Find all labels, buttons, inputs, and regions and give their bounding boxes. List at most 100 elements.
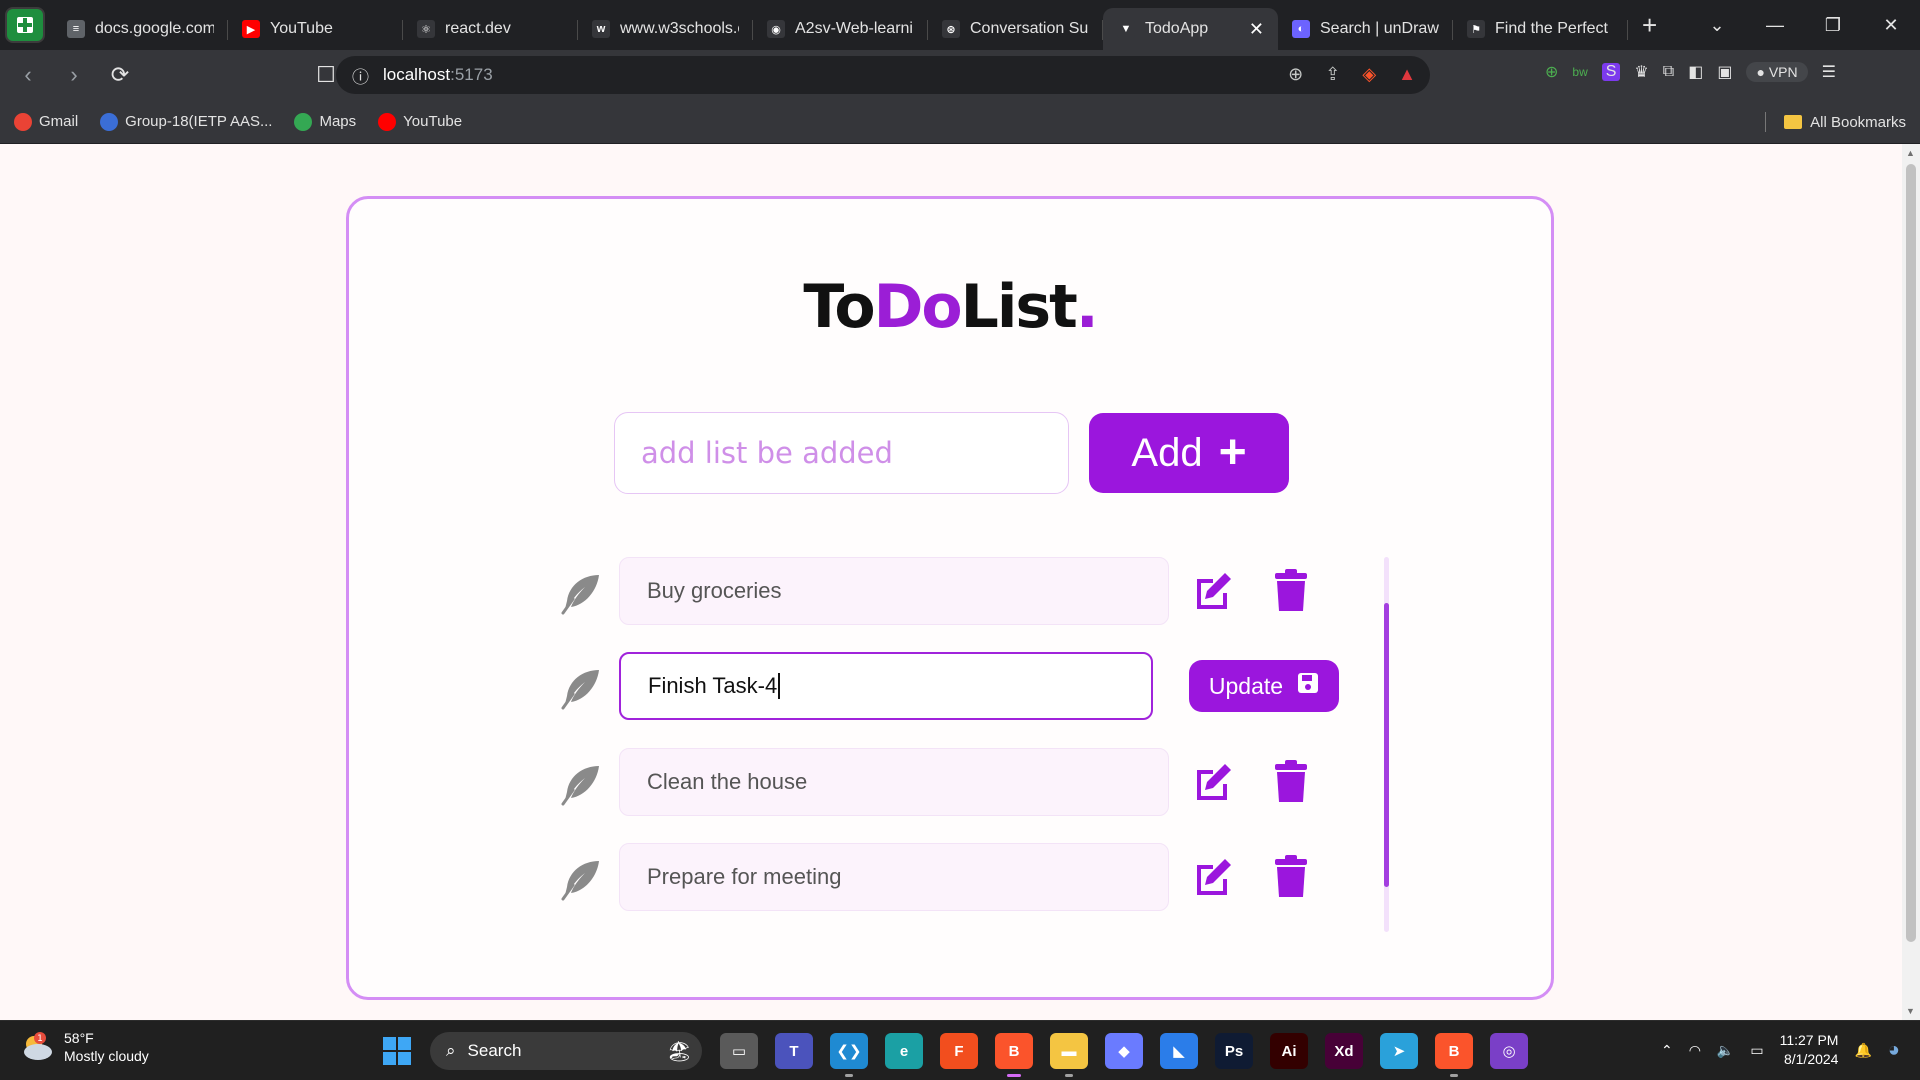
illustrator-icon[interactable]: Ai — [1270, 1033, 1308, 1069]
reload-icon[interactable]: ⟳ — [102, 62, 138, 88]
bookmark-item[interactable]: Group-18(IETP AAS... — [100, 112, 272, 131]
trash-icon[interactable] — [1267, 567, 1315, 615]
scroll-up-icon[interactable]: ▲ — [1906, 148, 1915, 158]
weather-widget[interactable]: 1 58°F Mostly cloudy — [20, 1029, 149, 1065]
temperature: 58°F — [64, 1030, 94, 1046]
close-tab-icon[interactable]: ✕ — [1249, 19, 1264, 40]
wifi-icon[interactable]: ◠ — [1689, 1042, 1701, 1059]
zoom-icon[interactable]: ⊕ — [1288, 64, 1303, 85]
bookmark-favicon-icon — [378, 112, 397, 131]
tab-label: A2sv-Web-learni — [795, 20, 913, 37]
bookmark-item[interactable]: Gmail — [14, 112, 79, 131]
sheets-app-icon[interactable] — [5, 7, 45, 43]
vscode-icon[interactable]: ❮❯ — [830, 1033, 868, 1077]
extensions-area: ⊕ bw S ♛ ⧉ ◧ ▣ ● VPN ☰ — [1545, 62, 1836, 82]
plus-icon: + — [1218, 426, 1247, 479]
bookmark-item[interactable]: Maps — [294, 112, 356, 131]
update-button[interactable]: Update — [1189, 660, 1339, 712]
browser-tab[interactable]: ◐ Search | unDraw — [1278, 8, 1453, 50]
tab-search-icon[interactable]: ⌄ — [1688, 15, 1746, 36]
back-icon[interactable]: ‹ — [10, 62, 46, 88]
brave-icon[interactable]: B — [995, 1033, 1033, 1077]
site-info-icon[interactable]: ⓘ — [352, 63, 369, 88]
add-button[interactable]: Add + — [1089, 413, 1289, 493]
notification-bell-icon[interactable]: 🔔 — [1854, 1042, 1871, 1059]
tab-favicon-icon: ◐ — [1292, 20, 1310, 38]
app-notes-icon[interactable]: ◆ — [1105, 1033, 1143, 1069]
browser-tab-strip: ≡ docs.google.com ▶ YouTube ⚛ react.dev w www.w… — [0, 0, 1920, 50]
photoshop-icon[interactable]: Ps — [1215, 1033, 1253, 1069]
browser-tab[interactable]: ◉ A2sv-Web-learni — [753, 8, 928, 50]
brave-shields-icon[interactable]: ◈ — [1362, 64, 1376, 85]
browser-tab[interactable]: ⚛ react.dev — [403, 8, 578, 50]
page-scrollbar-thumb[interactable] — [1906, 164, 1916, 942]
edit-icon[interactable] — [1189, 853, 1237, 901]
extension-plus-icon[interactable]: ⊕ — [1545, 62, 1558, 82]
browser-tab[interactable]: ▼ TodoApp ✕ — [1103, 8, 1278, 50]
bookmarks-bar: Gmail Group-18(IETP AAS... Maps YouTube All… — [0, 100, 1920, 144]
minimize-button[interactable]: — — [1746, 15, 1804, 36]
forward-icon[interactable]: › — [56, 62, 92, 88]
figma-icon[interactable]: F — [940, 1033, 978, 1069]
clock[interactable]: 11:27 PM 8/1/2024 — [1780, 1031, 1839, 1069]
tab-label: www.w3schools.c — [620, 20, 739, 37]
cloudy-weather-icon: 1 — [20, 1032, 54, 1062]
svg-text:1: 1 — [37, 1034, 43, 1044]
task-text: Clean the house — [619, 748, 1169, 816]
tab-favicon-icon: ⚑ — [1467, 20, 1485, 38]
browser-tab[interactable]: ▶ YouTube — [228, 8, 403, 50]
tab-favicon-icon: ⊛ — [942, 20, 960, 38]
task-edit-input[interactable]: Finish Task-4 — [619, 652, 1153, 720]
teams-icon[interactable]: T — [775, 1033, 813, 1069]
brave-2-icon[interactable]: B — [1435, 1033, 1473, 1077]
list-scroll-thumb[interactable] — [1384, 603, 1389, 887]
task-row: Prepare for meeting — [559, 843, 1359, 911]
share-icon[interactable]: ⇪ — [1325, 64, 1340, 85]
extensions-puzzle-icon[interactable]: ⧉ — [1663, 63, 1674, 81]
telegram-icon[interactable]: ➤ — [1380, 1033, 1418, 1069]
all-bookmarks-button[interactable]: All Bookmarks — [1765, 112, 1906, 132]
tab-favicon-icon: w — [592, 20, 610, 38]
menu-icon[interactable]: ☰ — [1822, 62, 1836, 82]
restore-button[interactable]: ❐ — [1804, 15, 1862, 36]
xd-icon[interactable]: Xd — [1325, 1033, 1363, 1069]
windows-start-icon[interactable] — [383, 1037, 411, 1065]
extension-crown-icon[interactable]: ♛ — [1634, 62, 1648, 82]
battery-icon[interactable]: ▭ — [1750, 1042, 1763, 1059]
file-explorer-dark-icon[interactable]: ▭ — [720, 1033, 758, 1069]
new-tab-button[interactable]: + — [1642, 10, 1657, 41]
browser-tab[interactable]: ≡ docs.google.com — [53, 8, 228, 50]
taskbar-search[interactable]: ⌕ Search 🏖 — [430, 1032, 702, 1070]
bookmark-label: Gmail — [39, 113, 79, 130]
trash-icon[interactable] — [1267, 853, 1315, 901]
wallet-icon[interactable]: ▣ — [1717, 62, 1732, 82]
volume-icon[interactable]: 🔈 — [1717, 1042, 1734, 1059]
tray-chevron-icon[interactable]: ⌃ — [1661, 1042, 1673, 1059]
copilot-icon[interactable]: ◕ — [1888, 1039, 1900, 1062]
edit-icon[interactable] — [1189, 567, 1237, 615]
page-scrollbar[interactable]: ▲ ▼ — [1902, 144, 1920, 1020]
framer-icon[interactable]: ◣ — [1160, 1033, 1198, 1069]
bookmark-item[interactable]: YouTube — [378, 112, 462, 131]
extension-s-icon[interactable]: S — [1601, 63, 1621, 81]
close-window-button[interactable]: ✕ — [1862, 15, 1920, 36]
folder-icon — [1784, 115, 1803, 129]
edit-icon[interactable] — [1189, 758, 1237, 806]
window-controls: ⌄ — ❐ ✕ — [1688, 0, 1920, 50]
address-bar[interactable]: ⓘ localhost:5173 ⊕ ⇪ ◈ ▲ — [336, 56, 1430, 94]
extension-bw-icon[interactable]: bw — [1572, 65, 1587, 79]
github-desktop-icon[interactable]: ◎ — [1490, 1033, 1528, 1069]
trash-icon[interactable] — [1267, 758, 1315, 806]
sidebar-icon[interactable]: ◧ — [1688, 62, 1703, 82]
vpn-button[interactable]: ● VPN — [1746, 62, 1808, 82]
browser-tab[interactable]: w www.w3schools.c — [578, 8, 753, 50]
browser-tab[interactable]: ⚑ Find the Perfect — [1453, 8, 1628, 50]
folder-icon[interactable]: ▬ — [1050, 1033, 1088, 1077]
brave-rewards-icon[interactable]: ▲ — [1398, 64, 1416, 85]
new-task-input[interactable] — [614, 412, 1069, 494]
edge-icon[interactable]: e — [885, 1033, 923, 1069]
feather-icon — [559, 857, 603, 901]
scroll-down-icon[interactable]: ▼ — [1906, 1006, 1915, 1016]
todo-card: ToDoList. Add + Buy groceries Finish Task… — [346, 196, 1554, 1000]
browser-tab[interactable]: ⊛ Conversation Su — [928, 8, 1103, 50]
